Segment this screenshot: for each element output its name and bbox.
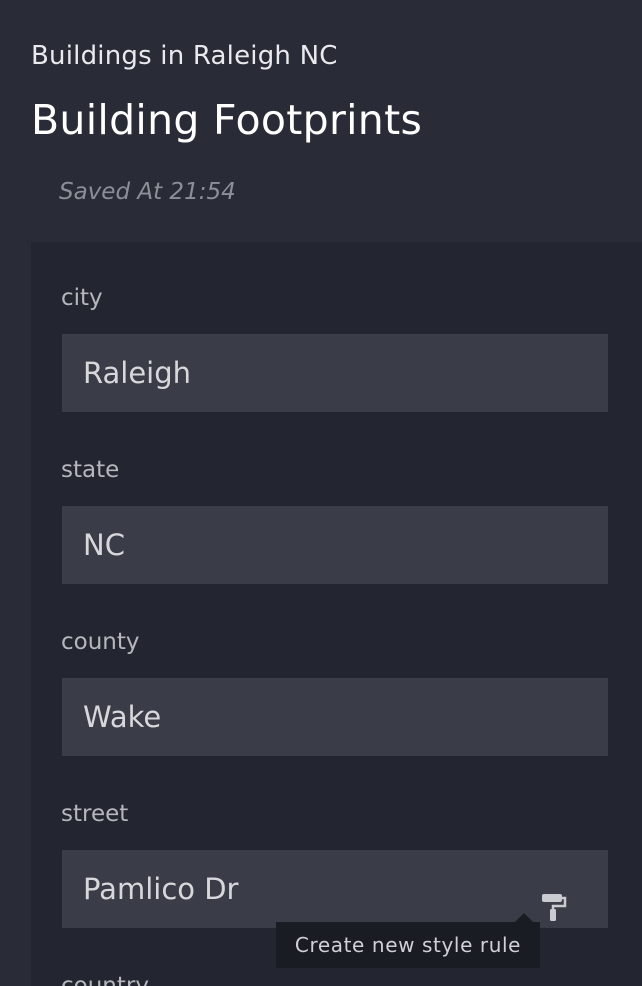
attribute-fields-panel: city Raleigh state NC county Wake street… xyxy=(31,242,642,986)
feature-panel: Buildings in Raleigh NC Building Footpri… xyxy=(0,0,642,986)
field-label-street: street xyxy=(61,801,129,827)
style-rule-tooltip: Create new style rule xyxy=(276,922,540,968)
layer-name: Buildings in Raleigh NC xyxy=(31,41,338,71)
field-label-county: county xyxy=(61,629,140,655)
saved-at-status: Saved At 21:54 xyxy=(59,179,236,205)
field-label-country: country xyxy=(61,973,149,986)
paint-roller-icon[interactable] xyxy=(540,874,568,921)
field-value-street: Pamlico Dr xyxy=(83,872,239,906)
field-label-state: state xyxy=(61,457,120,483)
field-label-city: city xyxy=(61,285,103,311)
panel-title: Building Footprints xyxy=(31,96,423,144)
tooltip-arrow xyxy=(515,913,533,922)
field-input-state[interactable]: NC xyxy=(62,506,608,584)
field-input-county[interactable]: Wake xyxy=(62,678,608,756)
panel-header: Buildings in Raleigh NC Building Footpri… xyxy=(0,0,642,242)
field-input-city[interactable]: Raleigh xyxy=(62,334,608,412)
